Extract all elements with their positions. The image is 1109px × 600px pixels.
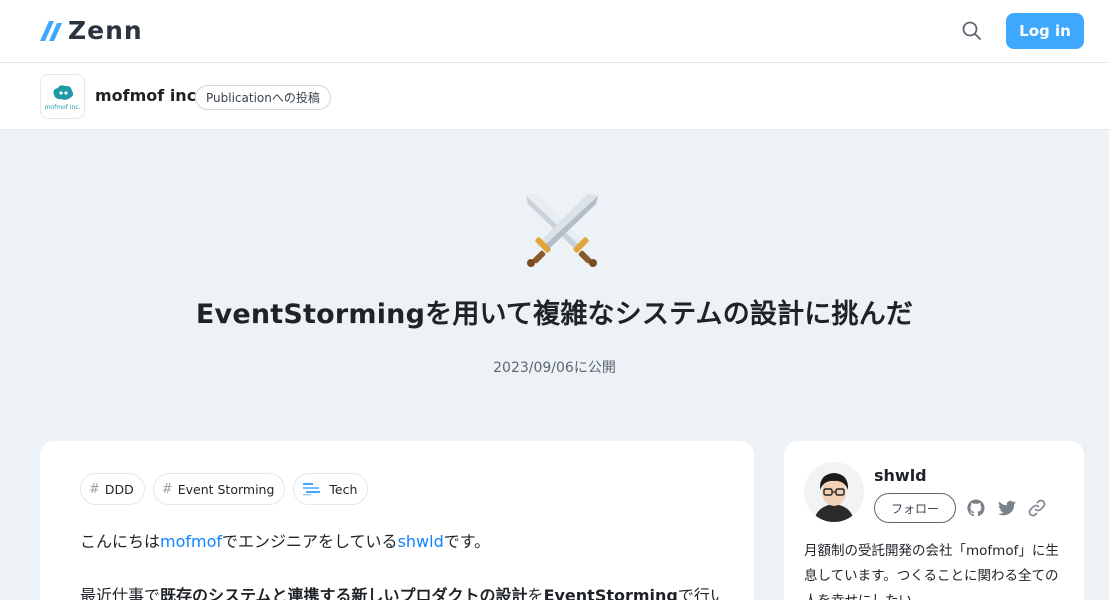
publication-name[interactable]: mofmof inc. [95, 86, 202, 105]
publication-badge: Publicationへの投稿 [195, 85, 331, 110]
zenn-logo[interactable]: Zenn [40, 17, 143, 45]
hash-icon: # [161, 481, 173, 497]
shwld-link[interactable]: shwld [398, 532, 444, 551]
mofmof-link[interactable]: mofmof [160, 532, 222, 551]
tag-ddd[interactable]: # DDD [80, 473, 145, 505]
tag-event-storming[interactable]: # Event Storming [152, 473, 286, 505]
link-icon[interactable] [1027, 498, 1047, 518]
intro-text: です。 [443, 532, 491, 551]
publication-bar: mofmof inc. mofmof inc. Publicationへの投稿 [0, 63, 1109, 130]
para-text: 最近仕事で [80, 586, 161, 600]
intro-text: こんにちは [80, 532, 161, 551]
tech-icon [303, 483, 321, 496]
publication-avatar-text: mofmof inc. [44, 103, 81, 111]
login-button[interactable]: Log in [1006, 13, 1084, 49]
article-title: EventStormingを用いて複雑なシステムの設計に挑んだ [195, 299, 914, 330]
intro-text: でエンジニアをしている [222, 532, 398, 551]
github-icon[interactable] [966, 498, 986, 518]
hash-icon: # [89, 481, 100, 497]
follow-button[interactable]: フォロー [874, 493, 956, 523]
para-text: を [527, 586, 544, 600]
tag-list: # DDD # Event Storming Tech [80, 473, 369, 505]
para-text: で行い [677, 586, 720, 600]
article-card: # DDD # Event Storming Tech こんにちはmofmofで… [40, 441, 754, 600]
author-bio: 月額制の受託開発の会社「mofmof」に生息しています。つくることに関わる全ての… [804, 543, 1059, 600]
search-icon[interactable] [960, 19, 984, 43]
zenn-logo-icon [40, 21, 62, 41]
author-avatar[interactable] [804, 462, 864, 522]
tag-label: Event Storming [177, 481, 275, 497]
para-bold: 既存のシステムと連携する新しいプロダクトの設計 [160, 586, 528, 600]
tag-label: Tech [329, 481, 358, 497]
author-name[interactable]: shwld [874, 466, 927, 485]
mofmof-logo-icon [53, 84, 73, 100]
para-bold: EventStorming [543, 586, 678, 600]
tag-label: DDD [104, 481, 134, 497]
article-paragraph: 最近仕事で既存のシステムと連携する新しいプロダクトの設計をEventStormi… [80, 583, 720, 600]
article-intro: こんにちはmofmofでエンジニアをしているshwldです。 [80, 529, 720, 555]
publication-avatar[interactable]: mofmof inc. [40, 74, 85, 119]
tag-tech[interactable]: Tech [293, 473, 369, 505]
twitter-icon[interactable] [997, 498, 1017, 518]
site-header: Zenn Log in [0, 0, 1109, 63]
author-card: shwld フォロー 月額制の受託開発の会社「mofmof」に生息しています。つ… [784, 441, 1084, 600]
logo-text: Zenn [68, 16, 143, 45]
published-date: 2023/09/06に公開 [493, 360, 616, 376]
author-portrait-icon [804, 462, 864, 522]
crossed-swords-icon [526, 194, 598, 267]
